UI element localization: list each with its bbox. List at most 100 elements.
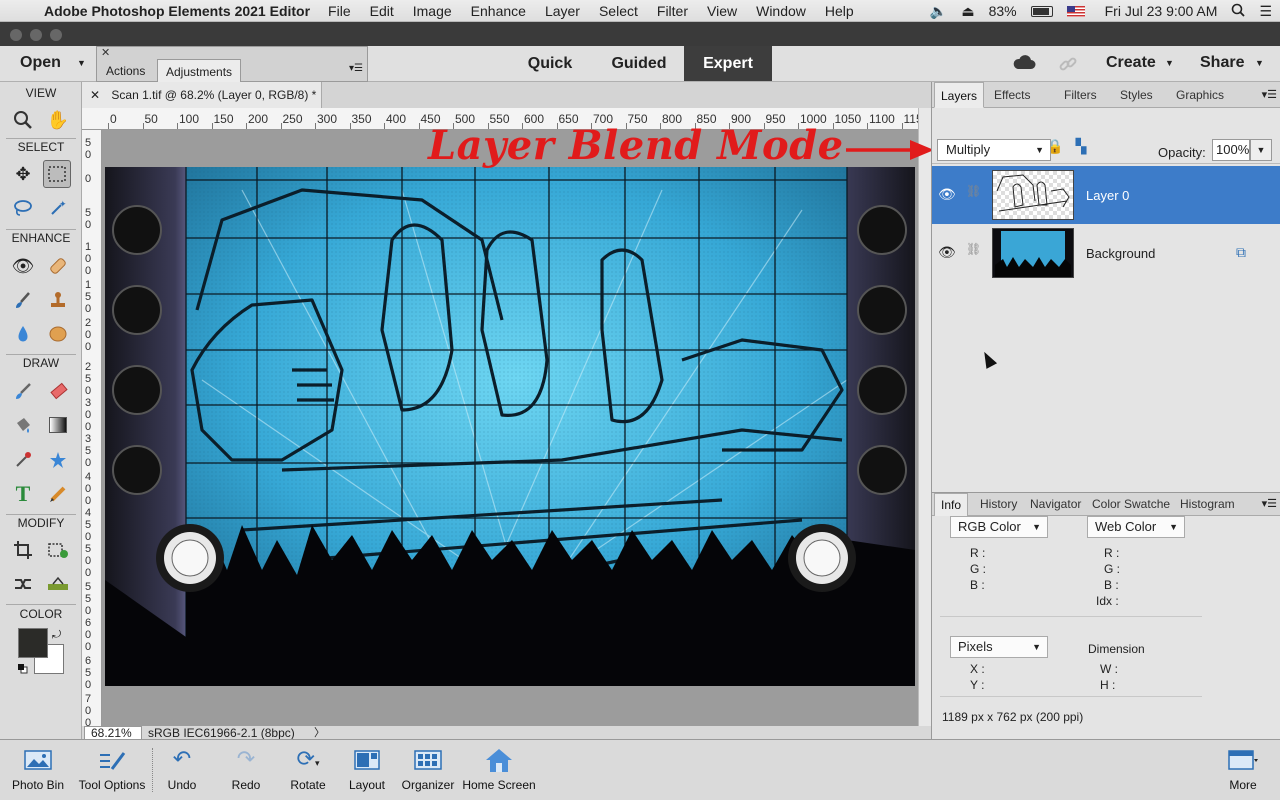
battery-percent[interactable]: 83% xyxy=(989,3,1017,19)
tab-adjustments[interactable]: Adjustments xyxy=(157,59,242,83)
layer-name[interactable]: Background xyxy=(1086,246,1155,261)
zoom-level-field[interactable]: 68.21% xyxy=(84,726,142,740)
volume-icon[interactable]: 🔈 xyxy=(930,3,947,20)
document-image[interactable] xyxy=(102,130,918,726)
window-close-button[interactable] xyxy=(10,29,22,41)
opacity-caret-icon[interactable]: ▼ xyxy=(1250,139,1272,161)
menu-window[interactable]: Window xyxy=(756,3,806,19)
spot-healing-tool-icon[interactable] xyxy=(44,252,72,280)
panel-menu-icon[interactable]: ▾☰ xyxy=(349,63,363,74)
redo-button[interactable]: ↷ Redo xyxy=(224,740,268,800)
foreground-color-swatch[interactable] xyxy=(18,628,48,658)
window-zoom-button[interactable] xyxy=(50,29,62,41)
menu-select[interactable]: Select xyxy=(599,3,638,19)
open-dropdown-caret-icon[interactable]: ▼ xyxy=(77,58,86,68)
layer-style-badge-icon[interactable]: ⧉ xyxy=(1236,244,1246,261)
input-source-flag-icon[interactable] xyxy=(1066,5,1085,17)
default-colors-icon[interactable] xyxy=(17,662,28,674)
rgb-color-dropdown[interactable]: RGB Color ▼ xyxy=(950,516,1048,538)
layer-link-icon[interactable]: ⛓ xyxy=(966,184,981,198)
tab-history[interactable]: History xyxy=(974,493,1023,517)
open-button[interactable]: Open xyxy=(20,54,61,72)
crop-tool-icon[interactable] xyxy=(9,536,37,564)
more-button[interactable]: More xyxy=(1216,740,1270,800)
eraser-tool-icon[interactable] xyxy=(44,377,72,405)
tab-histogram[interactable]: Histogram xyxy=(1174,493,1241,517)
info-panel-menu-icon[interactable]: ▾☰ xyxy=(1262,497,1277,510)
layer-row-background[interactable]: 👁 ⛓ Background ⧉ xyxy=(932,224,1280,282)
menu-layer[interactable]: Layer xyxy=(545,3,580,19)
canvas-area[interactable] xyxy=(102,130,918,726)
content-aware-move-tool-icon[interactable] xyxy=(9,570,37,598)
rotate-button[interactable]: ⟳▾ Rotate xyxy=(284,740,332,800)
tab-styles[interactable]: Styles xyxy=(1114,82,1159,108)
web-color-dropdown[interactable]: Web Color ▼ xyxy=(1087,516,1185,538)
tab-navigator[interactable]: Navigator xyxy=(1024,493,1087,517)
units-dropdown[interactable]: Pixels ▼ xyxy=(950,636,1048,658)
share-button[interactable]: Share xyxy=(1200,54,1244,72)
smart-brush-tool-icon[interactable] xyxy=(9,286,37,314)
menu-help[interactable]: Help xyxy=(825,3,854,19)
status-menu-arrow-icon[interactable]: 〉 xyxy=(314,726,325,740)
menu-file[interactable]: File xyxy=(328,3,351,19)
tool-options-button[interactable]: Tool Options xyxy=(74,740,150,800)
mode-tab-guided[interactable]: Guided xyxy=(598,46,680,81)
home-screen-button[interactable]: Home Screen xyxy=(458,740,540,800)
paint-bucket-tool-icon[interactable] xyxy=(9,411,37,439)
move-tool-icon[interactable]: ✥ xyxy=(9,160,37,188)
app-name-menu[interactable]: Adobe Photoshop Elements 2021 Editor xyxy=(44,3,310,19)
organizer-button[interactable]: Organizer xyxy=(398,740,458,800)
menu-image[interactable]: Image xyxy=(413,3,452,19)
canvas-vertical-scrollbar[interactable] xyxy=(918,108,931,726)
layer-name[interactable]: Layer 0 xyxy=(1086,188,1129,203)
photo-bin-button[interactable]: Photo Bin xyxy=(8,740,68,800)
menu-edit[interactable]: Edit xyxy=(370,3,394,19)
tab-layers[interactable]: Layers xyxy=(934,82,985,108)
hand-tool-icon[interactable]: ✋ xyxy=(44,106,72,134)
document-tab[interactable]: ✕ Scan 1.tif @ 68.2% (Layer 0, RGB/8) * xyxy=(82,82,322,108)
link-icon[interactable] xyxy=(1058,54,1078,77)
straighten-tool-icon[interactable] xyxy=(44,570,72,598)
layers-panel-menu-icon[interactable]: ▾☰ xyxy=(1262,88,1277,101)
spotlight-search-icon[interactable] xyxy=(1231,3,1246,20)
opacity-input[interactable]: 100% xyxy=(1212,139,1250,161)
clone-stamp-tool-icon[interactable] xyxy=(44,286,72,314)
undo-button[interactable]: ↶ Undo xyxy=(160,740,204,800)
blend-mode-dropdown[interactable]: Multiply ▼ xyxy=(937,139,1051,161)
create-button[interactable]: Create xyxy=(1106,54,1156,72)
tab-color-swatches[interactable]: Color Swatche xyxy=(1086,493,1176,517)
recompose-tool-icon[interactable] xyxy=(44,536,72,564)
layer-row-layer-0[interactable]: 👁 ⛓ Layer 0 xyxy=(932,166,1280,224)
document-tab-close-icon[interactable]: ✕ xyxy=(90,88,100,102)
eyedropper-tool-icon[interactable] xyxy=(9,446,37,474)
cloud-icon[interactable] xyxy=(1012,54,1036,73)
menubar-clock[interactable]: Fri Jul 23 9:00 AM xyxy=(1105,3,1218,19)
swap-colors-icon[interactable]: ⤾ xyxy=(52,629,61,642)
layers-empty-area[interactable] xyxy=(932,280,1280,492)
zoom-tool-icon[interactable] xyxy=(9,106,37,134)
mode-tab-expert[interactable]: Expert xyxy=(684,46,772,81)
visibility-eye-icon[interactable]: 👁 xyxy=(938,186,956,203)
tab-filters[interactable]: Filters xyxy=(1058,82,1103,108)
brush-tool-icon[interactable] xyxy=(9,377,37,405)
lasso-tool-icon[interactable] xyxy=(9,194,37,222)
battery-icon[interactable] xyxy=(1030,5,1053,17)
tab-effects[interactable]: Effects xyxy=(988,82,1036,108)
red-eye-tool-icon[interactable]: 👁 xyxy=(9,252,37,280)
marquee-tool-icon[interactable] xyxy=(43,160,71,188)
gradient-tool-icon[interactable] xyxy=(44,411,72,439)
custom-shape-tool-icon[interactable] xyxy=(44,446,72,474)
eject-icon[interactable]: ⏏ xyxy=(961,3,974,20)
menu-view[interactable]: View xyxy=(707,3,737,19)
layer-link-icon[interactable]: ⛓ xyxy=(966,242,981,256)
blur-tool-icon[interactable] xyxy=(9,320,37,348)
type-tool-icon[interactable]: T xyxy=(9,480,37,508)
tab-info[interactable]: Info xyxy=(934,493,969,517)
menu-filter[interactable]: Filter xyxy=(657,3,688,19)
window-minimize-button[interactable] xyxy=(30,29,42,41)
layout-button[interactable]: Layout xyxy=(344,740,390,800)
magic-wand-tool-icon[interactable]: ✦ xyxy=(44,194,72,222)
panel-close-icon[interactable]: ✕ xyxy=(101,46,110,59)
tab-actions[interactable]: Actions xyxy=(98,59,153,83)
tab-graphics[interactable]: Graphics xyxy=(1170,82,1230,108)
